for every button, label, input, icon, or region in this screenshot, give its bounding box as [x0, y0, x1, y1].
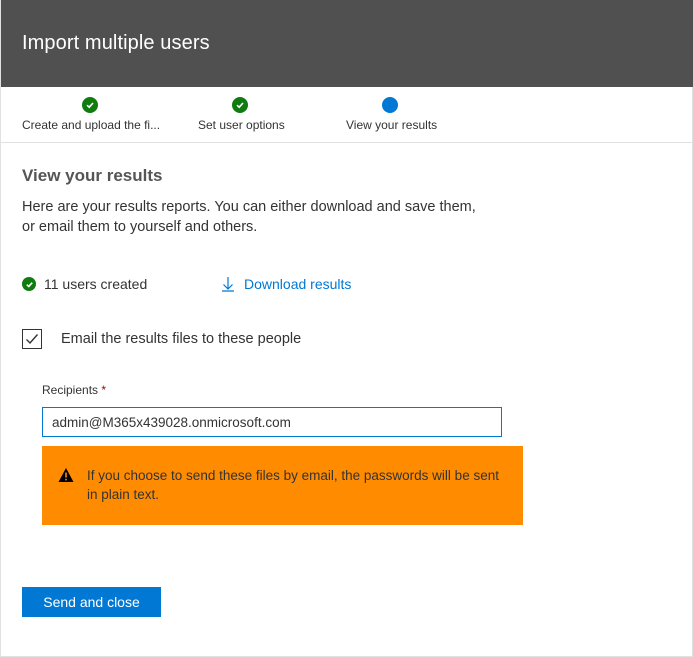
download-results-link[interactable]: Download results — [220, 276, 351, 292]
warning-triangle-icon — [58, 468, 74, 482]
section-title: View your results — [22, 166, 163, 185]
email-checkbox-label: Email the results files to these people — [61, 331, 302, 347]
intro-text: Here are your results reports. You can e… — [22, 197, 522, 237]
warning-text: If you choose to send these files by ema… — [87, 468, 499, 502]
check-circle-icon — [22, 277, 36, 291]
import-users-panel: Import multiple users Create and upload … — [0, 0, 693, 657]
send-and-close-button[interactable]: Send and close — [22, 587, 161, 617]
check-circle-icon — [232, 97, 248, 113]
recipients-label: Recipients * — [42, 383, 106, 397]
progress-stepper: Create and upload the fi... Set user opt… — [1, 87, 693, 143]
step-label: Set user options — [198, 118, 285, 132]
panel-header: Import multiple users — [1, 0, 693, 87]
panel-title: Import multiple users — [22, 32, 210, 54]
check-circle-icon — [82, 97, 98, 113]
users-created-text: 11 users created — [44, 276, 148, 292]
download-arrow-icon — [222, 277, 234, 292]
required-marker: * — [101, 383, 107, 397]
step-label: View your results — [346, 118, 438, 132]
current-step-dot-icon — [382, 97, 398, 113]
users-created-status: 11 users created — [22, 276, 147, 292]
email-results-checkbox[interactable]: Email the results files to these people — [22, 329, 301, 349]
recipients-label-text: Recipients — [42, 383, 99, 397]
intro-line: Here are your results reports. You can e… — [22, 199, 476, 215]
warning-message-bar: If you choose to send these files by ema… — [42, 446, 523, 525]
step-label: Create and upload the fi... — [22, 118, 161, 132]
recipients-input[interactable] — [42, 407, 502, 437]
checkmark-icon — [26, 334, 39, 345]
download-results-label: Download results — [244, 276, 352, 292]
intro-line: or email them to yourself and others. — [22, 219, 258, 235]
checkbox-box[interactable] — [22, 329, 42, 349]
